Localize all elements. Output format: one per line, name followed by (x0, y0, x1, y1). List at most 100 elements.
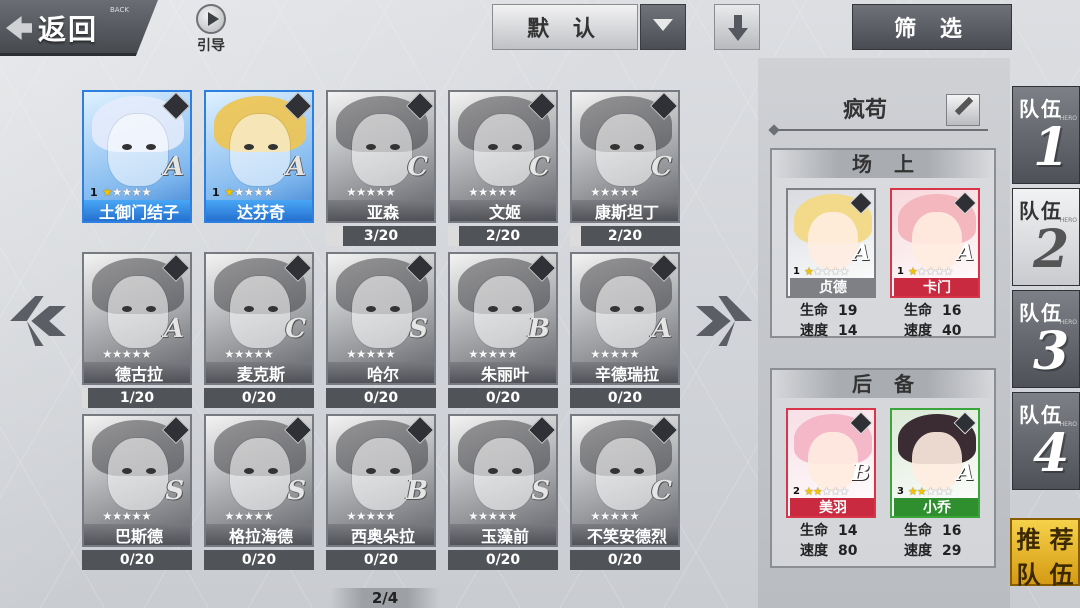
star-icon: ★ (468, 509, 479, 523)
hero-eye (146, 306, 156, 312)
hero-card[interactable]: S ★★★★★ 格拉海德 0/20 (204, 414, 314, 571)
hero-card[interactable]: A 1 ★★★★★ 达芬奇 (204, 90, 314, 247)
star-icon: ★ (590, 509, 601, 523)
star-icon: ★ (487, 347, 499, 361)
hero-card[interactable]: A ★★★★★ 德古拉 1/20 (82, 252, 192, 409)
star-icon: ★ (943, 265, 954, 278)
star-icon: ★ (111, 509, 123, 523)
back-sub-label: BACK (110, 6, 129, 14)
member-face (912, 212, 962, 270)
star-icon: ★ (830, 265, 841, 278)
rank-letter: C (529, 152, 550, 182)
hero-card[interactable]: C ★★★★★ 不笑安德烈 0/20 (570, 414, 680, 571)
filter-button[interactable]: 筛 选 (852, 4, 1012, 50)
star-icon: ★ (375, 347, 386, 361)
star-icon: ★ (468, 347, 479, 361)
sort-order-button[interactable] (714, 4, 760, 50)
fragment-progress: 0/20 (570, 388, 680, 408)
star-icon: ★ (375, 185, 386, 199)
member-name: 美羽 (790, 498, 874, 516)
next-page-button[interactable] (696, 296, 752, 346)
rank-letter: C (651, 152, 672, 182)
hero-name: 西奥朵拉 (328, 524, 434, 545)
pencil-icon (954, 96, 974, 116)
recommend-team-button[interactable]: 推荐队伍 (1010, 518, 1080, 589)
hero-card[interactable]: A ★★★★★ 辛德瑞拉 0/20 (570, 252, 680, 409)
hero-card[interactable]: B ★★★★★ 朱丽叶 0/20 (448, 252, 558, 409)
rank-letter: A (651, 314, 672, 344)
hp-value: 14 (838, 523, 858, 539)
hero-card[interactable]: A 1 ★★★★★ 土御门结子 (82, 90, 192, 247)
star-icon: ★ (263, 509, 274, 523)
star-icon: ★ (804, 265, 814, 278)
back-button[interactable]: 返回 BACK (0, 0, 158, 56)
hero-face (230, 276, 290, 348)
hp-label: 生命 (904, 303, 932, 319)
star-rating: ★★★★★ (224, 509, 274, 523)
sort-button[interactable]: 默 认 (492, 4, 638, 50)
star-icon: ★ (619, 509, 630, 523)
hero-eye (366, 306, 376, 312)
hero-card[interactable]: C ★★★★★ 康斯坦丁 2/20 (570, 90, 680, 247)
fragment-progress: 2/20 (570, 226, 680, 246)
star-icon: ★ (346, 185, 357, 199)
hero-card[interactable]: B ★★★★★ 西奥朵拉 0/20 (326, 414, 436, 571)
hero-face (352, 114, 412, 186)
divider (770, 126, 996, 134)
page-indicator: 2/4 (330, 588, 440, 608)
hero-card[interactable]: S ★★★★★ 哈尔 0/20 (326, 252, 436, 409)
fragment-count: 0/20 (241, 390, 277, 406)
star-icon: ★ (263, 347, 274, 361)
sort-dropdown-button[interactable] (640, 4, 686, 50)
hero-card[interactable]: S ★★★★★ 玉藻前 0/20 (448, 414, 558, 571)
play-icon (196, 4, 226, 34)
fragment-bar (570, 226, 581, 246)
hero-card[interactable]: C ★★★★★ 亚森 3/20 (326, 90, 436, 247)
hero-portrait: C ★★★★★ 亚森 (326, 90, 436, 223)
star-icon: ★ (839, 485, 850, 498)
star-icon: ★ (943, 485, 954, 498)
star-icon: ★ (487, 509, 499, 523)
member-speed: 速度 14 (800, 320, 857, 340)
star-icon: ★ (497, 509, 508, 523)
hero-name: 朱丽叶 (450, 362, 556, 383)
hero-name: 文姬 (450, 200, 556, 221)
guide-label: 引导 (197, 38, 225, 54)
speed-label: 速度 (904, 543, 932, 559)
fragment-count: 0/20 (607, 552, 643, 568)
hero-eye (146, 468, 156, 474)
tab-team-1[interactable]: 队伍 HERO 1 (1012, 86, 1080, 184)
fragment-count: 3/20 (363, 228, 399, 244)
star-icon: ★ (590, 185, 601, 199)
member-hp: 生命 19 (800, 300, 857, 320)
star-rating: ★★★★★ (908, 485, 954, 498)
hero-card[interactable]: C ★★★★★ 麦克斯 0/20 (204, 252, 314, 409)
hero-name: 土御门结子 (84, 200, 190, 221)
guide-button[interactable]: 引导 (188, 4, 234, 54)
tab-team-2[interactable]: 队伍 HERO 2 (1012, 188, 1080, 286)
hero-name: 达芬奇 (206, 200, 312, 221)
hero-portrait: A ★★★★★ 辛德瑞拉 (570, 252, 680, 385)
fragment-count: 1/20 (119, 390, 155, 406)
rank-letter: C (285, 314, 306, 344)
hero-card[interactable]: C ★★★★★ 文姬 2/20 (448, 90, 558, 247)
hp-label: 生命 (800, 303, 828, 319)
speed-value: 80 (838, 543, 858, 559)
rename-team-button[interactable] (946, 94, 980, 126)
star-icon: ★ (121, 347, 133, 361)
star-icon: ★ (141, 185, 152, 199)
hero-face (474, 114, 534, 186)
star-icon: ★ (385, 509, 396, 523)
fragment-count: 0/20 (241, 552, 277, 568)
fragment-count: 0/20 (119, 552, 155, 568)
prev-page-button[interactable] (10, 296, 66, 346)
tab-team-4[interactable]: 队伍 HERO 4 (1012, 392, 1080, 490)
hero-card[interactable]: S ★★★★★ 巴斯德 0/20 (82, 414, 192, 571)
hero-portrait: C ★★★★★ 康斯坦丁 (570, 90, 680, 223)
star-icon: ★ (385, 347, 396, 361)
star-icon: ★ (507, 347, 518, 361)
field-title: 场上 (772, 150, 994, 178)
star-rating: ★★★★★ (346, 347, 396, 361)
tab-team-3[interactable]: 队伍 HERO 3 (1012, 290, 1080, 388)
hero-face (108, 276, 168, 348)
